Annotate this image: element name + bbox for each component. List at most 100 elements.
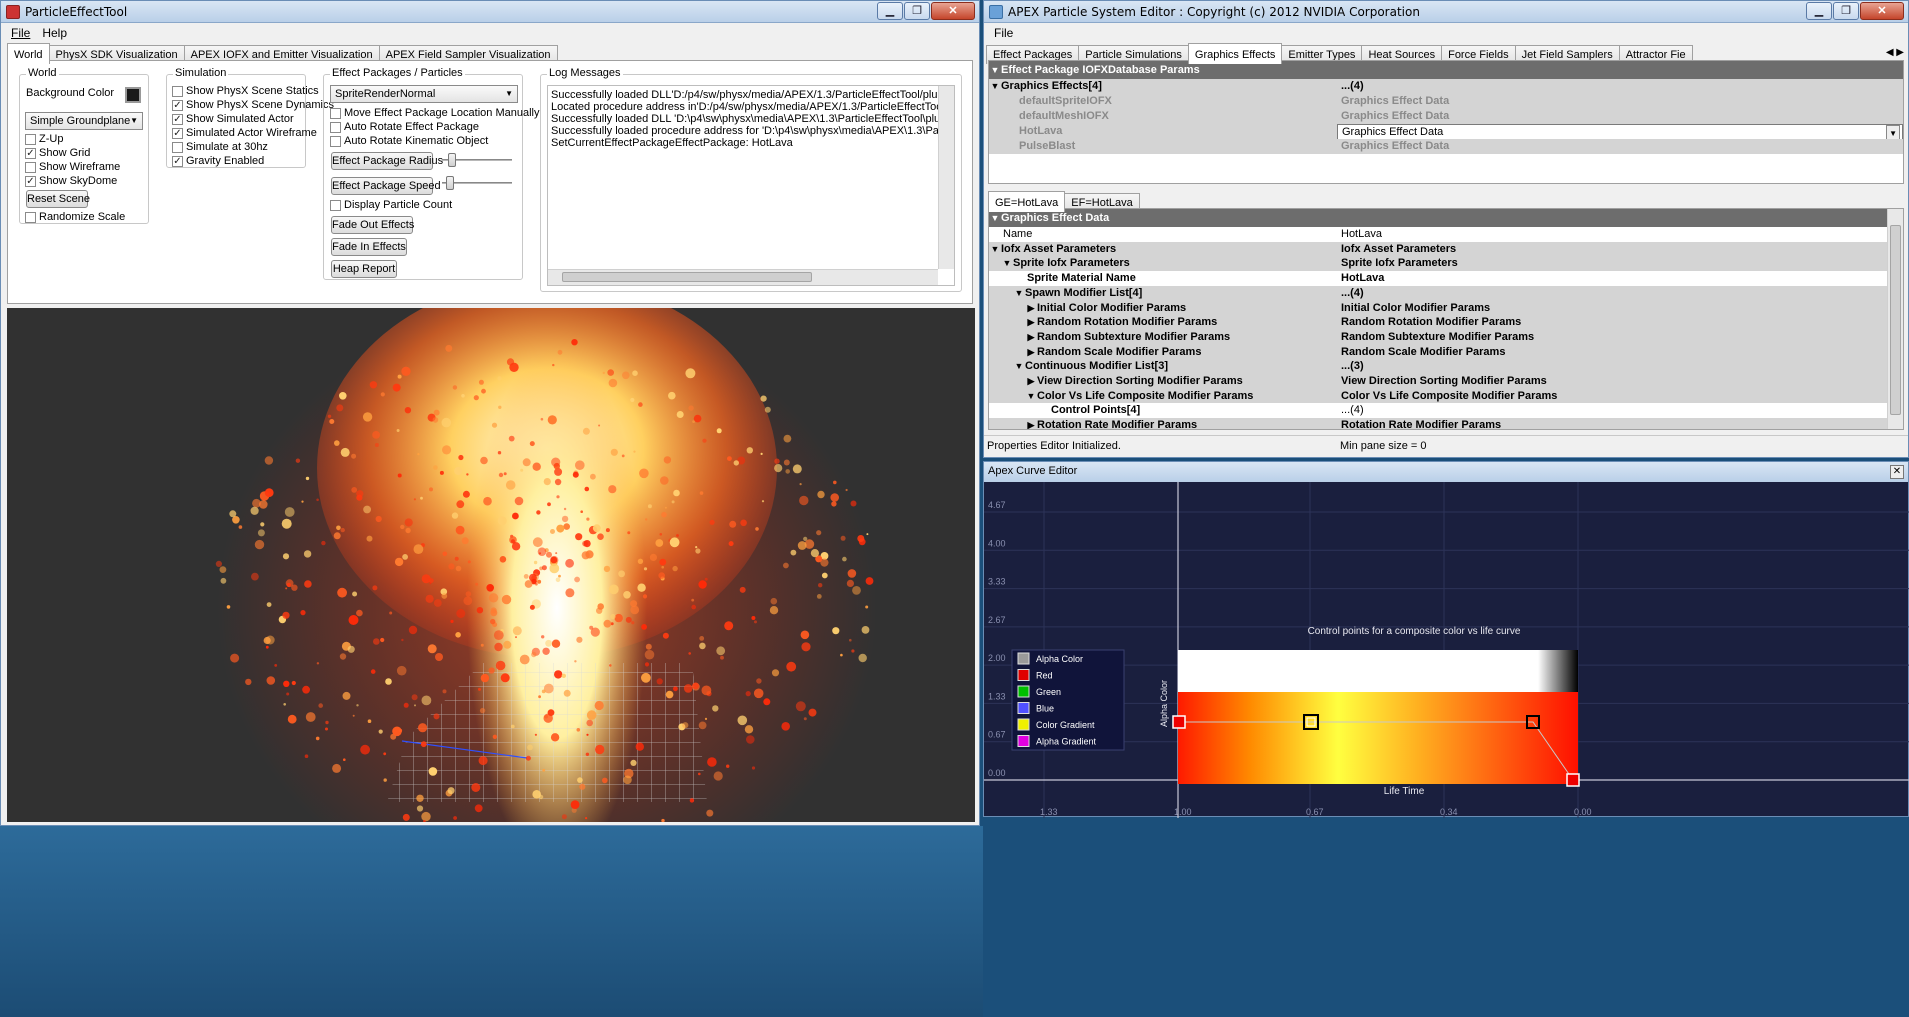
property-row[interactable]: ▶ Rotation Rate Modifier Params Rotation R… [989,418,1887,429]
log-line: SetCurrentEffectPackageEffectPackage: Ho… [551,137,793,149]
db-header-row: ▼ Effect Package IOFXDatabase Params [989,61,1903,79]
legend-swatch [1017,669,1030,681]
simulation-group-title: Simulation [173,67,229,79]
zup-checkbox[interactable]: Z-Up [25,133,63,145]
legend-label: Color Gradient [1036,720,1095,730]
show-physx-statics-checkbox[interactable]: Show PhysX Scene Statics [172,85,319,97]
maximize-icon[interactable]: ❐ [904,2,930,20]
fade-in-effects-button[interactable]: Fade In Effects [331,238,407,256]
property-row[interactable]: Control Points[4] ...(4) [989,403,1887,419]
legend-label: Alpha Color [1036,654,1083,664]
tab-graphics-effects[interactable]: Graphics Effects [1187,43,1283,64]
log-vscrollbar[interactable] [938,86,954,269]
log-hscrollbar[interactable] [548,269,938,285]
control-point [1566,773,1580,787]
y-tick-label: 0.00 [988,768,1006,778]
minimize-icon[interactable]: ▁ [877,2,903,20]
apex-editor-window: APEX Particle System Editor : Copyright … [983,0,1909,458]
show-wireframe-checkbox[interactable]: Show Wireframe [25,161,120,173]
close-icon[interactable]: ✕ [1890,465,1904,479]
tab-ge-hotlava[interactable]: GE=HotLava [988,191,1066,212]
property-row[interactable]: ▶ Random Rotation Modifier Params Random R… [989,315,1887,331]
menu-bar: File [984,23,1908,43]
tab-scroll-arrows[interactable]: ◀ ▶ [1886,47,1904,58]
property-row[interactable]: ▼ Color Vs Life Composite Modifier Params… [989,388,1887,404]
reset-scene-button[interactable]: Reset Scene [26,190,90,208]
background-color-swatch[interactable] [125,87,141,103]
db-row[interactable]: defaultMeshIOFX Graphics Effect Data [989,109,1903,124]
auto-rotate-kinematic-checkbox[interactable]: Auto Rotate Kinematic Object [330,135,488,147]
auto-rotate-effect-checkbox[interactable]: Auto Rotate Effect Package [330,121,479,133]
db-row[interactable]: defaultSpriteIOFX Graphics Effect Data [989,94,1903,109]
x-tick-label: 1.00 [1174,807,1192,817]
x-tick-label: 0.00 [1574,807,1592,817]
simulate-30hz-checkbox[interactable]: Simulate at 30hz [172,141,268,153]
legend-swatch [1017,735,1030,747]
apex-editor-titlebar[interactable]: APEX Particle System Editor : Copyright … [984,1,1908,23]
status-left: Properties Editor Initialized. [987,440,1121,452]
effect-package-radius-button[interactable]: Effect Package Radius [331,152,443,170]
property-row[interactable]: ▶ View Direction Sorting Modifier Params V… [989,374,1887,389]
particle-render [215,308,877,822]
menu-file[interactable]: File [988,26,1019,40]
fade-out-effects-button[interactable]: Fade Out Effects [331,216,414,234]
database-property-grid: ▼ Effect Package IOFXDatabase Params ▼ Gra… [988,60,1904,184]
db-row[interactable]: PulseBlast Graphics Effect Data [989,139,1903,154]
particle-tool-titlebar[interactable]: ParticleEffectTool ▁ ❐ ✕ [1,1,979,23]
property-row[interactable]: ▼ Iofx Asset Parameters Iofx Asset Paramet… [989,241,1887,257]
db-row[interactable]: ▼ Graphics Effects[4] ...(4) [989,79,1903,94]
close-icon[interactable]: ✕ [1860,2,1904,20]
status-right: Min pane size = 0 [1340,440,1427,452]
gravity-enabled-checkbox[interactable]: ✓ Gravity Enabled [172,155,264,167]
property-row[interactable]: ▼ Sprite Iofx Parameters Sprite Iofx Param… [989,256,1887,272]
tab-world[interactable]: World [7,43,50,64]
simulation-group: Simulation Show PhysX Scene Statics ✓ Sho… [166,67,334,168]
property-row[interactable]: ▼ Spawn Modifier List[4] ...(4) [989,285,1887,301]
log-line: Located procedure address in'D:/p4/sw/ph… [551,101,941,113]
curve-plot[interactable]: 4.67 4.00 3.33 2.67 2.00 1.33 0.67 0.00 1.33 1.00… [984,482,1909,818]
move-effect-package-checkbox[interactable]: Move Effect Package Location Manually [330,107,539,119]
ge-vscrollbar[interactable] [1887,209,1903,429]
y-tick-label: 3.33 [988,577,1006,587]
color-gradient-bar [1178,692,1578,784]
radius-slider[interactable] [442,153,512,167]
control-point [1172,715,1186,729]
x-tick-label: 0.67 [1306,807,1324,817]
property-row[interactable]: Sprite Material Name HotLava [989,271,1887,287]
y-tick-label: 2.67 [988,615,1006,625]
simulated-actor-wireframe-checkbox[interactable]: ✓ Simulated Actor Wireframe [172,127,317,139]
y-axis-label: Alpha Color [1159,680,1169,727]
effect-package-speed-button[interactable]: Effect Package Speed [331,177,441,195]
property-row[interactable]: ▶ Random Subtexture Modifier Params Random… [989,329,1887,345]
property-row[interactable]: Name HotLava [989,227,1887,242]
ground-select[interactable]: Simple Groundplane ▼ [25,112,143,130]
speed-slider[interactable] [442,176,512,190]
curve-editor-titlebar[interactable]: Apex Curve Editor ✕ [984,462,1908,482]
background-color-label: Background Color [26,87,115,99]
menu-bar: File Help [1,23,979,43]
maximize-icon[interactable]: ❐ [1833,2,1859,20]
y-tick-label: 2.00 [988,653,1006,663]
window-title: APEX Particle System Editor : Copyright … [1008,5,1420,19]
db-row[interactable]: HotLava Graphics Effect Data ▼ [989,124,1903,142]
property-row[interactable]: ▼ Continuous Modifier List[3] ...(3) [989,359,1887,375]
y-tick-label: 1.33 [988,691,1006,701]
show-grid-checkbox[interactable]: ✓ Show Grid [25,147,90,159]
display-particle-count-checkbox[interactable]: Display Particle Count [330,199,452,211]
heap-report-button[interactable]: Heap Report [331,260,397,278]
property-row[interactable]: ▶ Random Scale Modifier Params Random Scal… [989,344,1887,360]
menu-help[interactable]: Help [36,26,73,40]
log-group-title: Log Messages [547,67,623,79]
minimize-icon[interactable]: ▁ [1806,2,1832,20]
show-simulated-actor-checkbox[interactable]: ✓ Show Simulated Actor [172,113,294,125]
log-textarea[interactable]: Successfully loaded DLL'D:/p4/sw/physx/m… [547,85,955,286]
show-physx-dynamics-checkbox[interactable]: ✓ Show PhysX Scene Dynamics [172,99,334,111]
3d-viewport[interactable] [7,308,975,822]
property-row[interactable]: ▶ Initial Color Modifier Params Initial Co… [989,300,1887,316]
close-icon[interactable]: ✕ [931,2,975,20]
randomize-scale-checkbox[interactable]: Randomize Scale [25,211,125,223]
effect-package-select[interactable]: SpriteRenderNormal ▼ [330,85,518,103]
menu-file[interactable]: File [5,26,36,40]
window-title: ParticleEffectTool [25,5,128,19]
show-skydome-checkbox[interactable]: ✓ Show SkyDome [25,175,117,187]
